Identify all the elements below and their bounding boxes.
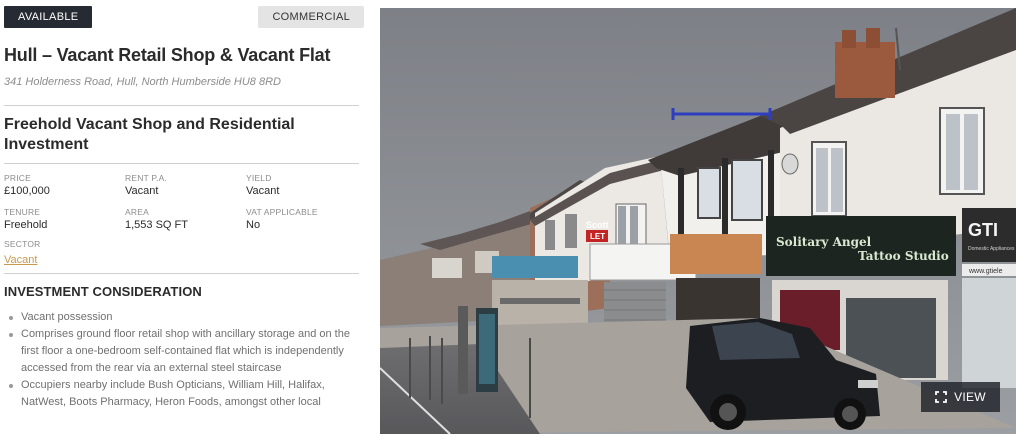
fact-price: PRICE £100,000 xyxy=(4,173,125,198)
fact-label: RENT P.A. xyxy=(125,173,168,183)
divider xyxy=(4,163,359,164)
fact-vat: VAT APPLICABLE No xyxy=(246,207,360,232)
key-facts: PRICE £100,000 RENT P.A. Vacant YIELD Va… xyxy=(4,173,360,232)
fact-area: AREA 1,553 SQ FT xyxy=(125,207,246,232)
rent-value: Vacant xyxy=(125,185,159,197)
gti-web-text: www.gtiele xyxy=(968,268,1003,275)
fact-sector: SECTOR Vacant xyxy=(4,239,360,268)
status-badge: AVAILABLE xyxy=(4,6,93,28)
vat-value: No xyxy=(246,219,261,231)
divider xyxy=(4,273,359,274)
price-value: £100,000 xyxy=(4,185,50,197)
tenure-value: Freehold xyxy=(4,219,48,231)
tattoo-sign-line2: Tattoo Studio xyxy=(858,249,949,263)
let-sign-text: LET xyxy=(590,232,605,241)
badge-row: AVAILABLE COMMERCIAL xyxy=(4,6,364,28)
list-item: Occupiers nearby include Bush Opticians,… xyxy=(4,377,356,411)
fact-yield: YIELD Vacant xyxy=(246,173,360,198)
page-title: Hull – Vacant Retail Shop & Vacant Flat xyxy=(4,45,331,65)
area-value: 1,553 SQ FT xyxy=(125,219,188,231)
divider xyxy=(4,105,359,106)
expand-icon xyxy=(935,391,947,403)
view-button[interactable]: VIEW xyxy=(921,382,1000,412)
fact-label: AREA xyxy=(125,207,149,217)
fact-label: SECTOR xyxy=(4,239,41,249)
gti-sign-subtext: Domestic Appliances xyxy=(968,246,1015,252)
sector-link[interactable]: Vacant xyxy=(4,254,37,266)
property-photo[interactable]: Scott LET Solitary Angel Tattoo Studio G… xyxy=(380,8,1016,434)
yield-value: Vacant xyxy=(246,185,280,197)
view-label: VIEW xyxy=(954,390,986,404)
listing-subtitle: Freehold Vacant Shop and Residential Inv… xyxy=(4,116,295,153)
street-view-image: Scott LET Solitary Angel Tattoo Studio G… xyxy=(380,8,1016,434)
fact-label: TENURE xyxy=(4,207,41,217)
fact-label: YIELD xyxy=(246,173,272,183)
fact-label: VAT APPLICABLE xyxy=(246,207,318,217)
listing-details: AVAILABLE COMMERCIAL Hull – Vacant Retai… xyxy=(4,6,364,411)
scott-sign-text: Scott xyxy=(586,220,609,230)
property-address: 341 Holderness Road, Hull, North Humbers… xyxy=(4,76,281,88)
type-badge: COMMERCIAL xyxy=(258,6,364,28)
fact-label: PRICE xyxy=(4,173,31,183)
list-item: Comprises ground floor retail shop with … xyxy=(4,326,356,377)
investment-heading: INVESTMENT CONSIDERATION xyxy=(4,284,202,299)
investment-list: Vacant possession Comprises ground floor… xyxy=(4,309,360,411)
fact-tenure: TENURE Freehold xyxy=(4,207,125,232)
tattoo-sign-line1: Solitary Angel xyxy=(776,235,872,249)
fact-rent: RENT P.A. Vacant xyxy=(125,173,246,198)
list-item: Vacant possession xyxy=(4,309,356,326)
gti-sign-text: GTI xyxy=(968,220,998,240)
